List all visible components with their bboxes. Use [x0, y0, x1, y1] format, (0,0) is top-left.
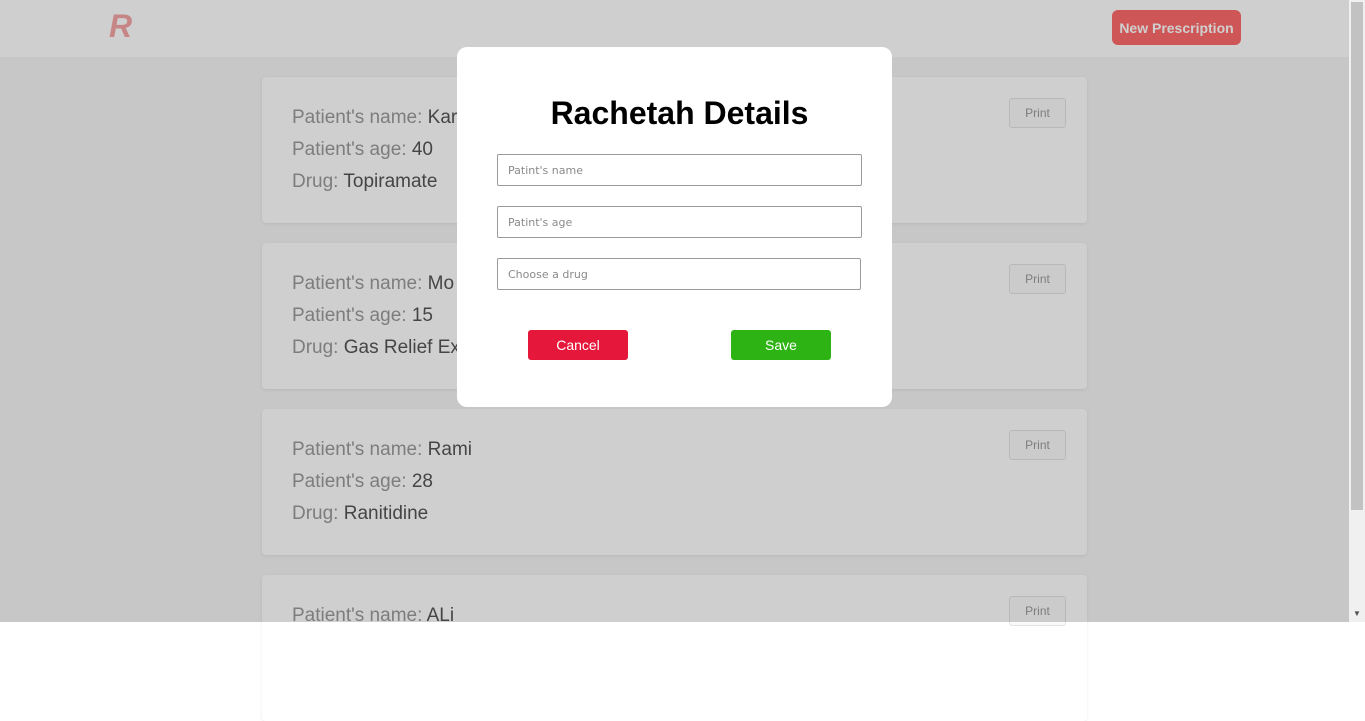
patient-name-input[interactable]: [497, 154, 862, 186]
page-scrollbar[interactable]: ▲ ▼: [1349, 0, 1365, 622]
scroll-thumb[interactable]: [1351, 2, 1363, 510]
rachetah-details-modal: Rachetah Details Cancel Save: [457, 47, 892, 407]
scroll-down-icon[interactable]: ▼: [1349, 606, 1365, 622]
save-button[interactable]: Save: [731, 330, 831, 360]
modal-title: Rachetah Details: [550, 95, 809, 131]
drug-input[interactable]: [497, 258, 861, 290]
cancel-button[interactable]: Cancel: [528, 330, 628, 360]
patient-age-input[interactable]: [497, 206, 862, 238]
